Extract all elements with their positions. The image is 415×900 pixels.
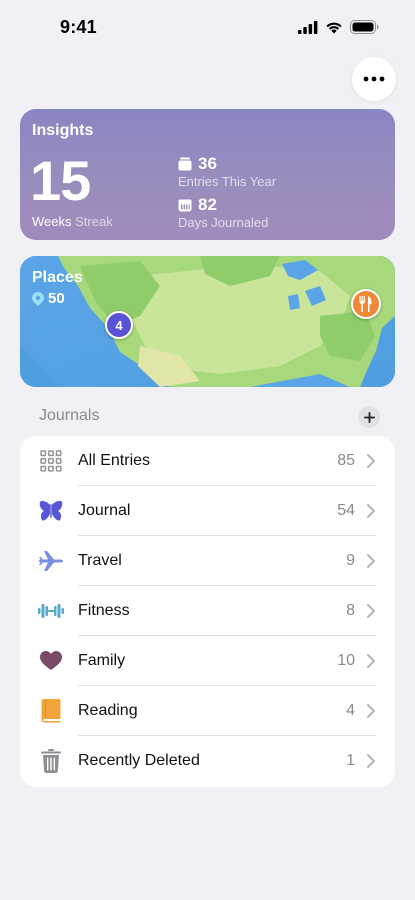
add-journal-button[interactable] — [358, 406, 380, 428]
status-time: 9:41 — [60, 17, 97, 37]
journal-row-travel[interactable]: Travel 9 — [20, 536, 395, 586]
ellipsis-icon — [363, 76, 385, 82]
wifi-icon — [326, 22, 342, 33]
journal-count: 54 — [337, 502, 355, 519]
journal-label: Recently Deleted — [78, 752, 200, 769]
map-cluster-count: 4 — [115, 317, 123, 333]
places-title: Places — [32, 269, 83, 286]
dumbbell-icon — [38, 598, 64, 624]
chevron-right-icon — [367, 704, 375, 718]
more-options-button[interactable] — [352, 57, 396, 101]
journal-label: All Entries — [78, 452, 151, 469]
journal-row-journal[interactable]: Journal 54 — [20, 486, 395, 536]
journal-row-family[interactable]: Family 10 — [20, 636, 395, 686]
streak-label-sub: Streak — [75, 214, 113, 229]
journals-section-header: Journals — [39, 407, 100, 424]
chevron-right-icon — [367, 604, 375, 618]
calendar-icon — [178, 199, 192, 211]
entries-value: 36 — [198, 154, 217, 173]
days-stat: 82 — [178, 195, 217, 215]
entries-stack-icon — [178, 157, 192, 171]
places-count-value: 50 — [48, 290, 65, 307]
journal-row-all-entries[interactable]: All Entries 85 — [20, 436, 395, 486]
cellular-signal-icon — [298, 20, 318, 34]
journal-count: 1 — [346, 752, 355, 769]
fork-knife-icon — [359, 296, 372, 312]
insights-title: Insights — [32, 122, 94, 139]
map-cluster-pin[interactable]: 4 — [105, 311, 133, 339]
journal-row-reading[interactable]: Reading 4 — [20, 686, 395, 736]
journal-label: Journal — [78, 502, 131, 519]
journal-count: 85 — [337, 452, 355, 469]
journal-count: 8 — [346, 602, 355, 619]
insights-card[interactable]: Insights 15 Weeks Streak 36 Entries This… — [20, 109, 395, 240]
places-count: 50 — [32, 290, 65, 307]
journal-label: Travel — [78, 552, 122, 569]
entries-label: Entries This Year — [178, 174, 277, 189]
journal-count: 10 — [337, 652, 355, 669]
heart-icon — [38, 648, 64, 674]
location-pin-icon — [32, 291, 44, 306]
chevron-right-icon — [367, 754, 375, 768]
chevron-right-icon — [367, 554, 375, 568]
book-icon — [38, 698, 64, 724]
streak-label: Weeks Streak — [32, 214, 113, 229]
butterfly-icon — [38, 498, 64, 524]
airplane-icon — [38, 548, 64, 574]
journals-list: All Entries 85 Journal 54 Travel 9 Fitne… — [20, 436, 395, 787]
days-value: 82 — [198, 195, 217, 214]
status-bar: 9:41 — [0, 0, 415, 56]
journal-count: 9 — [346, 552, 355, 569]
status-icons — [298, 20, 379, 34]
journal-count: 4 — [346, 702, 355, 719]
journal-row-fitness[interactable]: Fitness 8 — [20, 586, 395, 636]
chevron-right-icon — [367, 504, 375, 518]
streak-label-main: Weeks — [32, 214, 72, 229]
streak-value: 15 — [30, 149, 91, 212]
journal-row-recently-deleted[interactable]: Recently Deleted 1 — [20, 736, 395, 786]
journal-label: Reading — [78, 702, 138, 719]
plus-icon — [363, 411, 375, 423]
grid-icon — [38, 448, 64, 474]
journal-label: Fitness — [78, 602, 130, 619]
trash-icon — [38, 748, 64, 774]
places-card[interactable]: Places 50 4 — [20, 256, 395, 387]
battery-icon — [350, 20, 379, 34]
entries-stat: 36 — [178, 154, 217, 174]
chevron-right-icon — [367, 454, 375, 468]
journal-label: Family — [78, 652, 126, 669]
map-restaurant-pin[interactable] — [351, 289, 381, 319]
days-label: Days Journaled — [178, 215, 269, 230]
chevron-right-icon — [367, 654, 375, 668]
